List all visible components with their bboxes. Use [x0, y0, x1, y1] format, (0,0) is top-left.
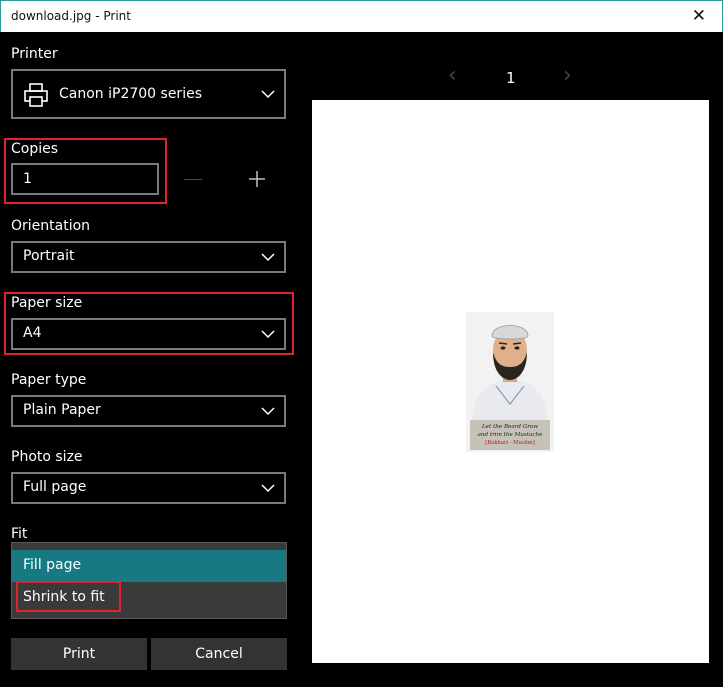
caption-line-3: [Bukhari - Muslim] — [485, 440, 535, 446]
paper-type-value: Plain Paper — [23, 402, 101, 418]
orientation-value: Portrait — [23, 248, 75, 264]
printer-label: Printer — [11, 46, 58, 62]
next-page-icon[interactable]: › — [563, 63, 572, 88]
photo-size-value: Full page — [23, 479, 87, 495]
decrement-icon[interactable] — [184, 179, 202, 180]
photo-size-label: Photo size — [11, 449, 83, 465]
close-icon[interactable]: ✕ — [692, 6, 706, 26]
caption-line-2: and trim the Mustache — [478, 432, 544, 438]
chevron-down-icon — [261, 253, 275, 262]
previous-page-icon[interactable]: ‹ — [448, 63, 457, 88]
paper-size-highlight — [4, 292, 294, 355]
cancel-button[interactable]: Cancel — [151, 638, 287, 670]
print-preview-page: Let the Beard Grow and trim the Mustache… — [312, 100, 709, 663]
fit-option-fill-page[interactable]: Fill page — [12, 550, 286, 582]
copies-highlight — [4, 138, 167, 204]
print-button[interactable]: Print — [11, 638, 147, 670]
increment-icon[interactable] — [248, 170, 266, 188]
bottom-edge — [0, 676, 723, 687]
orientation-label: Orientation — [11, 218, 91, 234]
printer-icon — [24, 83, 48, 107]
shrink-to-fit-highlight — [16, 581, 121, 612]
title-bar: download.jpg - Print ✕ — [0, 0, 723, 32]
fit-option-label: Fill page — [23, 557, 82, 573]
paper-type-dropdown[interactable]: Plain Paper — [11, 395, 286, 427]
paper-type-label: Paper type — [11, 372, 87, 388]
chevron-down-icon — [261, 484, 275, 493]
printer-dropdown[interactable]: Canon iP2700 series — [11, 69, 286, 119]
window-title: download.jpg - Print — [11, 9, 131, 23]
page-number: 1 — [506, 69, 516, 87]
caption-line-1: Let the Beard Grow — [481, 424, 538, 430]
orientation-dropdown[interactable]: Portrait — [11, 241, 286, 273]
photo-size-dropdown[interactable]: Full page — [11, 472, 286, 504]
fit-label: Fit — [11, 526, 28, 542]
preview-image: Let the Beard Grow and trim the Mustache… — [466, 312, 554, 452]
chevron-down-icon — [261, 90, 275, 99]
printer-value: Canon iP2700 series — [59, 86, 202, 102]
chevron-down-icon — [261, 407, 275, 416]
